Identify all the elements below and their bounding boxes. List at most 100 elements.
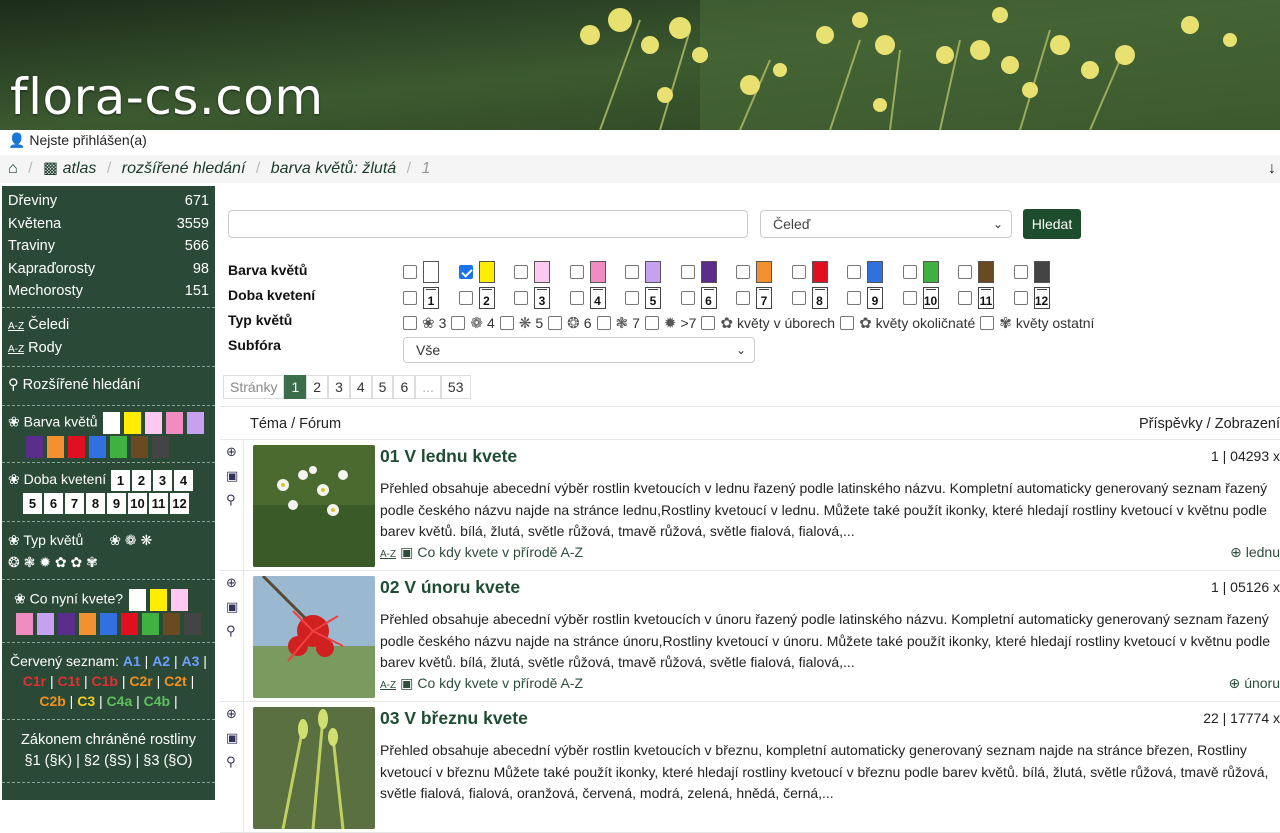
color-swatch[interactable] (163, 612, 180, 635)
month-filter[interactable]: 11 (958, 287, 994, 309)
page-link[interactable]: 1 (284, 375, 307, 399)
type-checkbox[interactable] (499, 316, 514, 330)
color-checkbox[interactable] (736, 265, 750, 279)
month-filter[interactable]: 7 (736, 287, 772, 309)
family-select[interactable]: Čeleď ⌄ (760, 210, 1012, 238)
search-icon[interactable]: ⚲ (226, 623, 243, 643)
topic-tag-link[interactable]: ⊕ lednu (1230, 544, 1280, 561)
download-icon[interactable]: ↓ (1268, 155, 1276, 183)
month-link[interactable]: 10 (128, 492, 147, 514)
breadcrumb-atlas[interactable]: atlas (63, 160, 97, 177)
camera-icon[interactable]: ▣ (226, 468, 243, 488)
color-filter[interactable] (514, 261, 550, 283)
month-filter[interactable]: 9 (847, 287, 883, 309)
sidebar-category[interactable]: Traviny 566 (8, 235, 209, 258)
red-list-link[interactable]: C2t (164, 673, 187, 689)
color-checkbox[interactable] (458, 265, 473, 279)
login-status[interactable]: 👤 Nejste přihlášen(a) (8, 132, 147, 149)
month-link[interactable]: 8 (86, 492, 105, 514)
color-swatch[interactable] (58, 612, 75, 635)
breadcrumb-flower-color[interactable]: barva květů: žlutá (271, 160, 396, 177)
zoom-in-icon[interactable]: ⊕ (226, 706, 243, 726)
red-list-link[interactable]: C3 (77, 693, 95, 709)
color-swatch[interactable] (110, 435, 127, 458)
breadcrumb-advanced-search[interactable]: rozšířené hledání (122, 160, 246, 177)
page-link[interactable]: 3 (328, 375, 350, 399)
month-checkbox[interactable] (680, 291, 695, 305)
red-list-link[interactable]: C1r (23, 673, 46, 689)
color-checkbox[interactable] (680, 265, 695, 279)
type-checkbox[interactable] (548, 316, 563, 330)
color-swatch[interactable] (145, 411, 163, 434)
page-link[interactable]: 4 (349, 375, 372, 399)
color-filter[interactable] (902, 261, 939, 283)
month-filter[interactable]: 10 (902, 287, 939, 309)
topic-title[interactable]: 03 V březnu kvete (380, 708, 528, 729)
sidebar-link-families[interactable]: A-Z Čeledi (8, 314, 209, 337)
page-link[interactable]: 2 (306, 375, 329, 399)
month-link[interactable]: 5 (23, 492, 42, 514)
month-filter[interactable]: 5 (625, 287, 661, 309)
month-filter[interactable]: 3 (514, 287, 550, 309)
month-checkbox[interactable] (791, 291, 806, 305)
month-filter[interactable]: 4 (569, 287, 606, 309)
sidebar-category[interactable]: Mechorosty 151 (8, 280, 209, 303)
type-checkbox[interactable] (980, 316, 995, 330)
flower-type-4-icon[interactable]: ❁ (125, 532, 137, 548)
red-list-link[interactable]: C4a (107, 693, 133, 709)
sidebar-link-genera[interactable]: A-Z Rody (8, 337, 209, 360)
type-checkbox[interactable] (596, 316, 611, 330)
color-swatch[interactable] (89, 435, 106, 458)
color-swatch[interactable] (142, 612, 159, 635)
color-checkbox[interactable] (902, 265, 917, 279)
color-swatch[interactable] (26, 435, 43, 458)
month-link[interactable]: 1 (111, 469, 131, 491)
camera-icon[interactable]: ▣ (226, 730, 243, 750)
color-checkbox[interactable] (403, 265, 417, 279)
color-swatch[interactable] (152, 435, 169, 458)
month-checkbox[interactable] (569, 291, 584, 305)
topic-title[interactable]: 02 V únoru kvete (380, 577, 520, 598)
color-swatch[interactable] (121, 612, 138, 635)
sidebar-category[interactable]: Kapraďorosty 98 (8, 258, 209, 281)
color-checkbox[interactable] (625, 265, 639, 279)
zoom-in-icon[interactable]: ⊕ (226, 444, 243, 464)
topic-thumbnail[interactable] (253, 707, 375, 829)
color-swatch[interactable] (187, 411, 205, 434)
subfora-select[interactable]: Vše ⌄ (403, 337, 755, 363)
topic-title[interactable]: 01 V lednu kvete (380, 446, 517, 467)
color-filter[interactable] (680, 261, 717, 283)
month-checkbox[interactable] (958, 291, 972, 305)
color-swatch[interactable] (128, 588, 146, 611)
month-checkbox[interactable] (403, 291, 417, 305)
protected-link-1[interactable]: §1 (§K) (25, 753, 73, 769)
flower-type-composite-icon[interactable]: ✿ (55, 554, 67, 570)
month-checkbox[interactable] (625, 291, 639, 305)
page-link[interactable]: 5 (371, 375, 394, 399)
protected-link-3[interactable]: §3 (§O) (143, 753, 192, 769)
color-swatch[interactable] (79, 612, 96, 635)
color-swatch[interactable] (131, 435, 148, 458)
month-checkbox[interactable] (847, 291, 861, 305)
color-swatch[interactable] (166, 411, 184, 434)
type-checkbox[interactable] (840, 316, 855, 330)
color-filter[interactable] (1013, 261, 1050, 283)
flower-type-6-icon[interactable]: ❂ (8, 554, 20, 570)
color-swatch[interactable] (170, 588, 188, 611)
color-swatch[interactable] (47, 435, 64, 458)
page-link[interactable]: 53 (440, 375, 471, 399)
color-swatch[interactable] (37, 612, 54, 635)
sidebar-category[interactable]: Dřeviny 671 (8, 190, 209, 213)
site-logo[interactable]: flora-cs.com (10, 68, 324, 126)
color-swatch[interactable] (103, 411, 121, 434)
camera-icon[interactable]: ▣ (226, 599, 243, 619)
protected-link-2[interactable]: §2 (§S) (84, 753, 132, 769)
red-list-link[interactable]: C4b (144, 693, 170, 709)
type-checkbox[interactable] (701, 316, 716, 330)
month-filter[interactable]: 8 (791, 287, 828, 309)
month-filter[interactable]: 2 (458, 287, 495, 309)
sidebar-link-advanced-search[interactable]: ⚲ Rozšířené hledání (8, 374, 209, 397)
type-checkbox[interactable] (403, 316, 417, 330)
color-filter[interactable] (736, 261, 772, 283)
search-input[interactable] (228, 210, 748, 238)
